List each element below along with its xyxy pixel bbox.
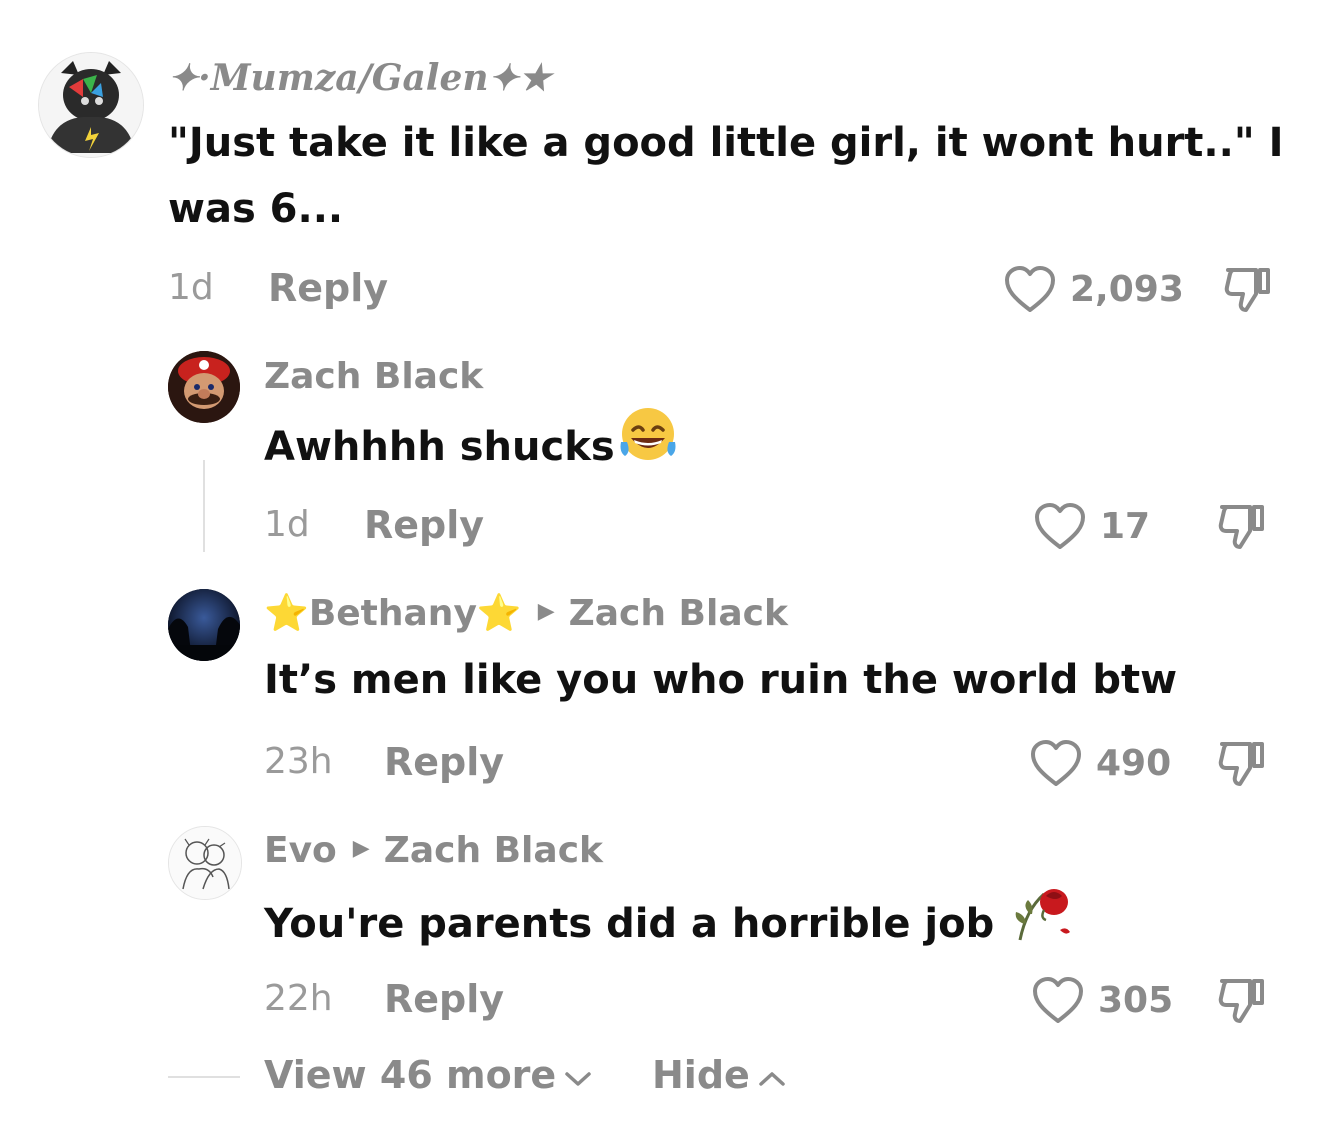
chevron-up-icon [758,1053,786,1097]
thumbs-down-icon [1224,268,1270,312]
chevron-down-icon [564,1053,592,1097]
comment-username[interactable]: ✦·Mumza/Galen✦★ [168,56,551,101]
comment-text-continued: was 6... [168,186,344,232]
wilted-rose-emoji [1010,880,1074,964]
like-button[interactable]: 305 [1032,977,1173,1025]
comment-text: "Just take it like a good little girl, i… [168,120,1284,166]
thumbs-down-icon [1218,505,1264,549]
like-count: 490 [1096,743,1172,784]
night-sky-icon [168,589,240,661]
mario-icon [168,351,240,423]
comment-text: It’s men like you who ruin the world btw [264,657,1178,703]
reply-arrow-icon: ▶ [352,836,370,861]
reply-button[interactable]: Reply [268,266,388,310]
reply-button[interactable]: Reply [384,977,504,1021]
reply-to-username[interactable]: Zach Black [384,830,603,871]
divider-line [168,1076,240,1078]
dislike-button[interactable] [1216,975,1268,1029]
comment-timestamp: 1d [264,504,310,545]
comment-timestamp: 23h [264,741,333,782]
comment-timestamp: 22h [264,978,333,1019]
reply-arrow-icon: ▶ [537,599,555,624]
heart-icon [1033,977,1083,1023]
heart-icon [1005,266,1055,312]
thumbs-down-icon [1218,742,1264,786]
thread-line [203,460,205,552]
like-count: 17 [1100,506,1151,547]
like-button[interactable]: 2,093 [1004,266,1184,314]
view-more-replies-button[interactable]: View 46 more [264,1053,592,1100]
heart-icon [1031,740,1081,786]
mario-avatar[interactable] [168,351,240,423]
dislike-button[interactable] [1222,264,1274,318]
heart-icon [1035,503,1085,549]
like-button[interactable]: 17 [1034,503,1150,551]
comment-text: Awhhhh shucks [264,408,679,488]
sketch-avatar[interactable] [168,826,242,900]
dislike-button[interactable] [1216,501,1268,555]
night-sky-avatar[interactable] [168,589,240,661]
comment-username[interactable]: Zach Black [264,355,483,399]
comment-timestamp: 1d [168,267,214,308]
reply-to-username[interactable]: Zach Black [569,593,788,634]
like-count: 2,093 [1070,269,1184,310]
reply-button[interactable]: Reply [364,503,484,547]
sketch-icon [169,827,241,899]
wolf-hoodie-avatar[interactable] [38,52,144,158]
laughing-tears-emoji [617,406,679,484]
comment-username[interactable]: Evo ▶ Zach Black [264,829,603,874]
wolf-hoodie-icon [39,53,143,157]
like-count: 305 [1098,980,1174,1021]
comment-text: You're parents did a horrible job [264,884,1074,968]
hide-replies-button[interactable]: Hide [652,1053,786,1100]
comment-username[interactable]: ⭐Bethany⭐ ▶ Zach Black [264,592,788,637]
reply-button[interactable]: Reply [384,740,504,784]
dislike-button[interactable] [1216,738,1268,792]
thumbs-down-icon [1218,979,1264,1023]
like-button[interactable]: 490 [1030,740,1171,788]
